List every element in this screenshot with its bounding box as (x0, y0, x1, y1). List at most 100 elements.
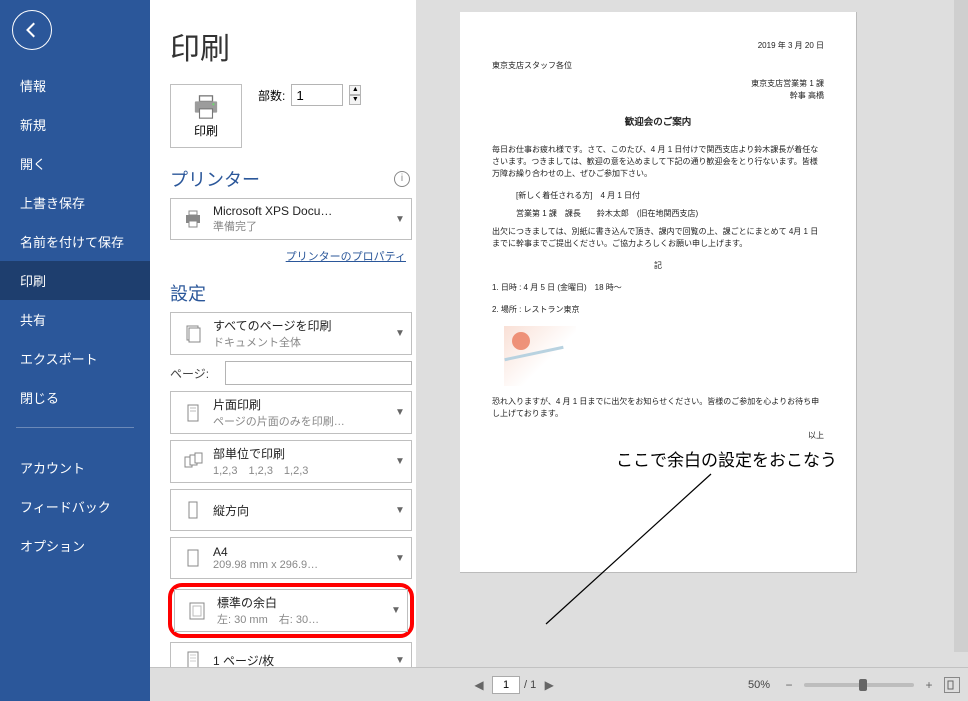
page-number-input[interactable] (492, 676, 520, 694)
doc-note2: 営業第 1 課 課長 鈴木太郎 (旧在地関西支店) (516, 208, 824, 220)
printer-section-header: プリンター i (170, 166, 416, 192)
orientation-title: 縦方向 (213, 502, 395, 519)
spin-down-icon[interactable]: ▼ (349, 95, 361, 105)
settings-section-label: 設定 (170, 280, 206, 306)
sidebar-item-feedback[interactable]: フィードバック (0, 487, 150, 526)
annotation-text: ここで余白の設定をおこなう (616, 446, 837, 471)
prev-page-button[interactable]: ◀ (470, 676, 488, 694)
duplex-select[interactable]: 片面印刷 ページの片面のみを印刷… ▼ (170, 391, 412, 434)
sidebar-item-new[interactable]: 新規 (0, 105, 150, 144)
zoom-in-button[interactable]: + (920, 676, 938, 694)
sidebar-item-export[interactable]: エクスポート (0, 339, 150, 378)
doc-ki: 記 (492, 260, 824, 272)
printer-properties-link[interactable]: プリンターのプロパティ (286, 251, 406, 263)
chevron-down-icon: ▼ (395, 505, 405, 516)
copies-input[interactable] (291, 84, 343, 106)
next-page-button[interactable]: ▶ (540, 676, 558, 694)
spin-up-icon[interactable]: ▲ (349, 85, 361, 95)
chevron-down-icon: ▼ (395, 655, 405, 666)
pages-input-label: ページ: (170, 365, 225, 382)
print-big-button-label: 印刷 (194, 122, 218, 139)
printer-select[interactable]: Microsoft XPS Docu… 準備完了 ▼ (170, 198, 412, 240)
paper-sub: 209.98 mm x 296.9… (213, 559, 395, 571)
info-icon[interactable]: i (394, 171, 410, 187)
zoom-slider-thumb[interactable] (859, 679, 867, 691)
margins-sub: 左: 30 mm 右: 30… (217, 611, 391, 627)
duplex-title: 片面印刷 (213, 396, 395, 413)
printer-name: Microsoft XPS Docu… (213, 204, 395, 218)
doc-line-date: 1. 日時 : 4 月 5 日 (金曜日) 18 時～ (492, 282, 824, 294)
copies-spinner[interactable]: ▲ ▼ (349, 85, 361, 105)
sidebar-item-share[interactable]: 共有 (0, 300, 150, 339)
chevron-down-icon: ▼ (395, 328, 405, 339)
preview-footer: ◀ / 1 ▶ 50% − + (150, 667, 968, 701)
printer-icon (191, 94, 221, 120)
collated-icon (179, 452, 207, 472)
doc-para2: 出欠につきましては、別紙に書き込んで頂き、課内で回覧の上、課ごとにまとめて 4月… (492, 226, 824, 250)
zoom-percent: 50% (748, 679, 770, 691)
doc-heading: 歓迎会のご案内 (492, 116, 824, 130)
collated-select[interactable]: 部単位で印刷 1,2,3 1,2,3 1,2,3 ▼ (170, 440, 412, 483)
chevron-down-icon: ▼ (395, 214, 405, 225)
annotation-arrow (536, 470, 726, 628)
print-big-button[interactable]: 印刷 (170, 84, 242, 148)
doc-line-place: 2. 場所 : レストラン東京 (492, 304, 824, 316)
pages-all-sub: ドキュメント全体 (213, 334, 395, 350)
chevron-down-icon: ▼ (395, 407, 405, 418)
preview-vertical-scrollbar[interactable] (954, 0, 968, 652)
doc-note1: [新しく着任される方] 4 月 1 日付 (516, 190, 824, 202)
sidebar-item-open[interactable]: 開く (0, 144, 150, 183)
margins-select[interactable]: 標準の余白 左: 30 mm 右: 30… ▼ (174, 589, 408, 632)
collated-sub: 1,2,3 1,2,3 1,2,3 (213, 462, 395, 478)
sidebar-item-print[interactable]: 印刷 (0, 261, 150, 300)
duplex-sub: ページの片面のみを印刷… (213, 413, 395, 429)
doc-from2: 幹事 高橋 (492, 90, 824, 102)
sidebar-item-options[interactable]: オプション (0, 526, 150, 565)
sidebar-item-info[interactable]: 情報 (0, 66, 150, 105)
papersize-select[interactable]: A4 209.98 mm x 296.9… ▼ (170, 537, 412, 579)
doc-para3: 恐れ入りますが、4 月 1 日までに出欠をお知らせください。皆様のご参加を心より… (492, 396, 824, 420)
portrait-icon (179, 500, 207, 520)
printer-small-icon (179, 209, 207, 229)
sidebar-item-account[interactable]: アカウント (0, 448, 150, 487)
pages-all-select[interactable]: すべてのページを印刷 ドキュメント全体 ▼ (170, 312, 412, 355)
zoom-slider[interactable] (804, 683, 914, 687)
orientation-select[interactable]: 縦方向 ▼ (170, 489, 412, 531)
print-settings-column: 印刷 印刷 部数: ▲ ▼ (150, 0, 416, 701)
doc-map-image (504, 326, 576, 386)
copies-label: 部数: (258, 87, 285, 104)
margins-highlight: 標準の余白 左: 30 mm 右: 30… ▼ (168, 583, 414, 638)
page-total: / 1 (524, 679, 536, 691)
sidebar-item-saveas[interactable]: 名前を付けて保存 (0, 222, 150, 261)
ppsheet-title: 1 ページ/枚 (213, 652, 395, 669)
pages-input[interactable] (225, 361, 412, 385)
settings-section-header: 設定 (170, 280, 416, 306)
chevron-down-icon: ▼ (391, 605, 401, 616)
scroll-thumb[interactable] (955, 0, 968, 652)
document-icon (179, 324, 207, 344)
doc-from1: 東京支店営業第 1 課 (492, 78, 824, 90)
doc-para1: 毎日お仕事お疲れ様です。さて、このたび、4 月 1 日付けで関西支店より鈴木課長… (492, 144, 824, 180)
doc-date: 2019 年 3 月 20 日 (492, 40, 824, 52)
sidebar-item-save[interactable]: 上書き保存 (0, 183, 150, 222)
doc-to: 東京支店スタッフ各位 (492, 60, 824, 72)
printer-section-label: プリンター (170, 166, 260, 192)
pages-all-title: すべてのページを印刷 (213, 317, 395, 334)
sidebar-item-close[interactable]: 閉じる (0, 378, 150, 417)
chevron-down-icon: ▼ (395, 456, 405, 467)
paper-title: A4 (213, 545, 395, 559)
backstage-sidebar: 情報 新規 開く 上書き保存 名前を付けて保存 印刷 共有 エクスポート 閉じる… (0, 0, 150, 701)
printer-status: 準備完了 (213, 218, 395, 234)
doc-closing: 以上 (492, 430, 824, 442)
print-pane: 印刷 印刷 部数: ▲ ▼ (150, 0, 968, 701)
collated-title: 部単位で印刷 (213, 445, 395, 462)
margins-title: 標準の余白 (217, 594, 391, 611)
sidebar-separator (16, 427, 134, 428)
zoom-to-page-button[interactable] (944, 677, 960, 693)
one-side-icon (179, 403, 207, 423)
margins-icon (183, 601, 211, 621)
back-button[interactable] (12, 10, 52, 50)
zoom-out-button[interactable]: − (780, 676, 798, 694)
chevron-down-icon: ▼ (395, 553, 405, 564)
page-title: 印刷 (170, 24, 416, 68)
